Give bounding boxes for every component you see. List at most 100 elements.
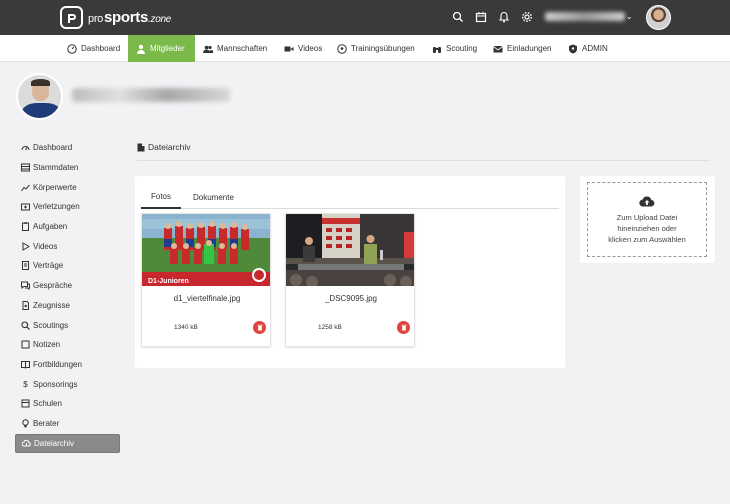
nav-item-videos[interactable]: Videos: [284, 35, 322, 62]
nav-label: Scouting: [446, 44, 478, 53]
member-sidebar: Dashboard Stammdaten Körperwerte Verletz…: [15, 138, 120, 454]
football-icon: [337, 43, 347, 54]
database-icon: [21, 163, 30, 172]
nav-label: Einladungen: [507, 44, 552, 53]
sidebar-item-label: Sponsorings: [33, 379, 78, 389]
shield-icon: [569, 44, 577, 53]
sidebar-item-scoutings[interactable]: Scoutings: [15, 315, 120, 335]
envelope-icon: [493, 45, 503, 52]
chart-line-icon: [21, 183, 30, 192]
sidebar-item-stammdaten[interactable]: Stammdaten: [15, 158, 120, 178]
photo-card[interactable]: D1-Junioren d1_viertelfinale.jpg 1340 kB: [141, 213, 271, 347]
sidebar-item-dateiarchiv[interactable]: Dateiarchiv: [15, 434, 120, 454]
tab-dokumente[interactable]: Dokumente: [193, 185, 234, 209]
brand-logo[interactable]: prosports.zone: [60, 6, 171, 29]
sidebar-item-aufgaben[interactable]: Aufgaben: [15, 217, 120, 237]
divider: [137, 160, 710, 161]
sidebar-item-fortbildungen[interactable]: Fortbildungen: [15, 355, 120, 375]
sidebar-item-label: Berater: [33, 418, 60, 428]
sidebar-item-label: Dateiarchiv: [34, 439, 75, 449]
sidebar-item-sponsorings[interactable]: $ Sponsorings: [15, 374, 120, 394]
photo-caption: D1-Junioren: [148, 278, 189, 285]
video-icon: [284, 46, 294, 51]
sidebar-item-berater[interactable]: Berater: [15, 414, 120, 434]
certificate-icon: [21, 300, 30, 310]
sidebar-item-schulen[interactable]: Schulen: [15, 394, 120, 414]
sidebar-item-gespraeche[interactable]: Gespräche: [15, 276, 120, 296]
upload-text-line: Zum Upload Datei: [616, 212, 678, 222]
sidebar-item-label: Gespräche: [33, 281, 73, 291]
sidebar-item-label: Zeugnisse: [33, 300, 70, 310]
avatar[interactable]: [646, 5, 671, 30]
photo-thumbnail[interactable]: D1-Junioren: [142, 214, 270, 286]
photo-thumbnail[interactable]: [286, 214, 414, 286]
nav-label: ADMIN: [582, 44, 608, 53]
sidebar-item-label: Dashboard: [33, 143, 73, 153]
user-icon: [137, 44, 145, 54]
file-contract-icon: [21, 261, 30, 271]
nav-label: Trainingsübungen: [351, 44, 415, 53]
bell-icon[interactable]: [498, 11, 510, 23]
tab-fotos[interactable]: Fotos: [141, 185, 182, 209]
tab-label: Dokumente: [193, 192, 234, 202]
sidebar-item-vertraege[interactable]: Verträge: [15, 256, 120, 276]
trash-icon: [257, 324, 262, 331]
medkit-icon: [21, 202, 30, 211]
nav-label: Mannschaften: [217, 44, 268, 53]
photo-card[interactable]: _DSC9095.jpg 1258 kB: [285, 213, 415, 347]
delete-button[interactable]: [253, 321, 266, 334]
main-nav: Dashboard Mitglieder Mannschaften Videos…: [0, 35, 730, 62]
sidebar-item-label: Scoutings: [33, 320, 69, 330]
file-archive-card: Fotos Dokumente D1-Junioren d1_viertelfi…: [135, 176, 565, 368]
sidebar-item-label: Schulen: [33, 399, 62, 409]
nav-item-einladungen[interactable]: Einladungen: [493, 35, 551, 62]
sidebar-item-zeugnisse[interactable]: Zeugnisse: [15, 296, 120, 316]
gear-icon[interactable]: [521, 11, 533, 23]
school-icon: [21, 399, 30, 408]
sidebar-item-label: Stammdaten: [33, 163, 79, 173]
nav-item-scouting[interactable]: Scouting: [432, 35, 477, 62]
sidebar-item-verletzungen[interactable]: Verletzungen: [15, 197, 120, 217]
chevron-down-icon[interactable]: ⌄: [626, 12, 633, 21]
delete-button[interactable]: [397, 321, 410, 334]
nav-item-dashboard[interactable]: Dashboard: [67, 35, 120, 62]
file-icon: [137, 143, 145, 151]
book-icon: [21, 360, 30, 369]
sidebar-item-dashboard[interactable]: Dashboard: [15, 138, 120, 158]
sidebar-item-label: Körperwerte: [33, 182, 77, 192]
sidebar-item-label: Aufgaben: [33, 222, 68, 232]
nav-item-admin[interactable]: ADMIN: [568, 35, 608, 62]
logo-mark-icon: [60, 6, 83, 29]
tab-label: Fotos: [151, 191, 172, 201]
upload-dropzone[interactable]: Zum Upload Datei hineinziehen oder klick…: [587, 182, 707, 257]
brand-name: prosports.zone: [88, 9, 172, 26]
user-name-blurred[interactable]: [545, 12, 625, 21]
cloud-upload-icon: [639, 196, 655, 207]
sidebar-item-label: Notizen: [33, 340, 61, 350]
sidebar-item-label: Verträge: [33, 261, 64, 271]
nav-label: Videos: [298, 44, 323, 53]
file-name: d1_viertelfinale.jpg: [173, 294, 241, 303]
page-title: Dateiarchiv: [137, 142, 191, 152]
file-size: 1258 kB: [318, 324, 342, 331]
sidebar-item-videos[interactable]: Videos: [15, 236, 120, 256]
file-size: 1340 kB: [174, 324, 198, 331]
calendar-icon[interactable]: [475, 11, 487, 23]
dashboard-icon: [21, 143, 30, 152]
nav-item-trainingsuebungen[interactable]: Trainingsübungen: [337, 35, 415, 62]
nav-label: Dashboard: [81, 44, 121, 53]
sidebar-item-label: Videos: [33, 241, 58, 251]
sidebar-item-koerperwerte[interactable]: Körperwerte: [15, 177, 120, 197]
note-icon: [21, 340, 30, 349]
upload-text-line: hineinziehen oder: [617, 223, 677, 233]
search-icon[interactable]: [452, 11, 464, 23]
clipboard-icon: [21, 222, 30, 232]
nav-item-mitglieder[interactable]: Mitglieder: [128, 35, 195, 62]
users-icon: [203, 45, 213, 53]
search-icon: [21, 320, 30, 330]
top-bar: prosports.zone ⌄: [0, 0, 730, 35]
sidebar-item-notizen[interactable]: Notizen: [15, 335, 120, 355]
sidebar-item-label: Verletzungen: [33, 202, 80, 212]
nav-item-mannschaften[interactable]: Mannschaften: [203, 35, 267, 62]
member-avatar: [16, 73, 63, 120]
